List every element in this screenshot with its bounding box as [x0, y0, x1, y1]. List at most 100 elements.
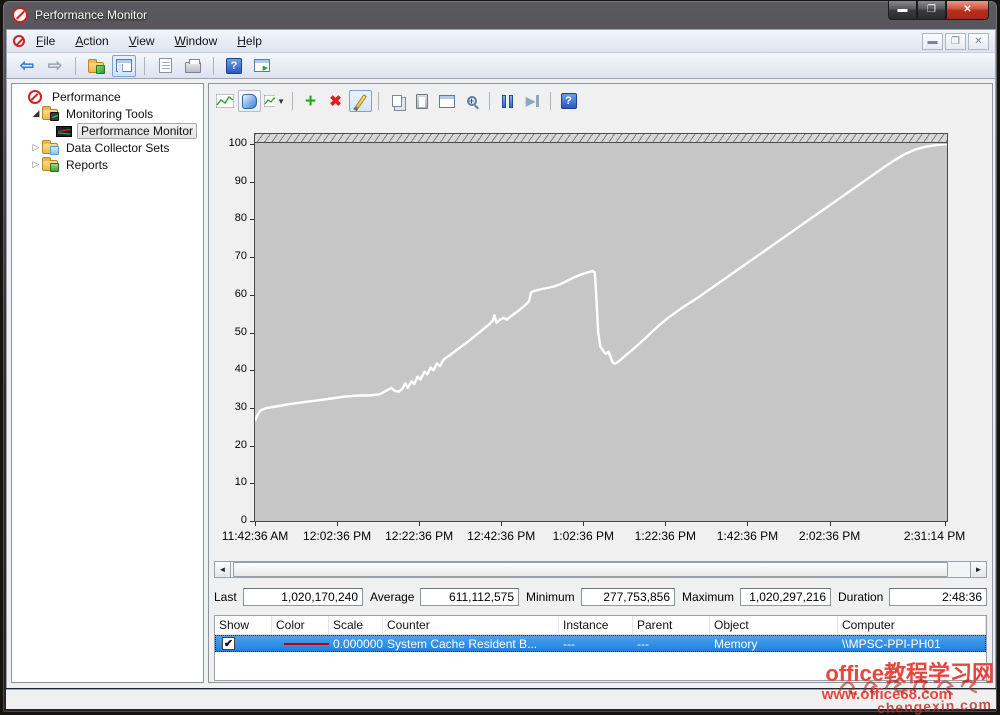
view-current-activity-button[interactable]: [213, 90, 236, 112]
zoom-button[interactable]: +: [460, 90, 483, 112]
perfmon-app-icon: [12, 7, 28, 23]
menu-items: FileActionViewWindowHelp: [25, 32, 271, 50]
menu-help[interactable]: Help: [228, 32, 271, 50]
chart-help-button[interactable]: ?: [557, 90, 580, 112]
y-tick-mark: [250, 182, 254, 183]
stat-value: 1,020,170,240: [243, 588, 363, 606]
horizontal-scrollbar[interactable]: ◄ ►: [214, 561, 987, 578]
stat-value: 277,753,856: [581, 588, 675, 606]
delete-counter-button[interactable]: ✖: [324, 90, 347, 112]
paste-counter-list-button[interactable]: [410, 90, 433, 112]
stat-label: Minimum: [526, 590, 575, 604]
y-tick-label: 0: [209, 514, 247, 526]
add-icon: +: [305, 92, 316, 111]
menu-view[interactable]: View: [120, 32, 164, 50]
forward-icon: ⇨: [48, 57, 62, 74]
screenshot-stage: Performance Monitor ▬ ❐ ✕ FileActionView…: [0, 0, 1000, 715]
column-header-color[interactable]: Color: [272, 616, 329, 634]
help-icon: ?: [561, 93, 577, 109]
print-button[interactable]: [181, 55, 205, 77]
export-button[interactable]: [84, 55, 108, 77]
x-tick-label: 1:42:36 PM: [717, 529, 778, 543]
sidebar-item-data-collector-sets[interactable]: ▷Data Collector Sets: [12, 139, 203, 156]
show-cell: ✔: [215, 637, 272, 650]
x-tick-label: 2:02:36 PM: [799, 529, 860, 543]
column-header-counter[interactable]: Counter: [383, 616, 559, 634]
show-hide-action-pane-button[interactable]: [250, 55, 274, 77]
sidebar-item-performance-monitor[interactable]: Performance Monitor: [12, 122, 203, 139]
workspace: Performance ◢ Monitoring ToolsPerformance …: [6, 79, 996, 688]
stat-last: Last1,020,170,240: [214, 588, 363, 606]
y-tick-mark: [250, 257, 254, 258]
object-cell: Memory: [710, 637, 838, 651]
back-button[interactable]: ⇦: [15, 55, 39, 77]
tree-expander-icon[interactable]: ◢: [30, 108, 42, 119]
legend-counter-row[interactable]: ✔0.0000001System Cache Resident B...----…: [215, 635, 986, 652]
sidebar-item-reports[interactable]: ▷Reports: [12, 156, 203, 173]
properties-doc-icon: [159, 58, 172, 73]
sidebar-item-performance[interactable]: Performance: [12, 88, 203, 105]
console-tree-icon: [116, 59, 132, 72]
close-button[interactable]: ✕: [946, 1, 989, 20]
x-tick-label: 2:31:14 PM: [904, 529, 965, 543]
show-checkbox[interactable]: ✔: [222, 637, 235, 650]
y-tick-mark: [250, 370, 254, 371]
log-data-icon: [242, 94, 257, 109]
scroll-left-arrow[interactable]: ◄: [215, 562, 231, 577]
mdi-minimize-button[interactable]: ▬: [922, 33, 943, 50]
column-header-parent[interactable]: Parent: [633, 616, 710, 634]
chart-toolbar: ▼ + ✖ + ▶ ?: [213, 89, 580, 113]
y-tick-label: 70: [209, 250, 247, 262]
console-toolbar: ⇦ ⇨ ?: [6, 52, 996, 79]
help-button[interactable]: ?: [222, 55, 246, 77]
minimize-button[interactable]: ▬: [888, 1, 917, 20]
status-bar: [6, 689, 996, 709]
stat-minimum: Minimum 277,753,856: [526, 588, 675, 606]
dropdown-arrow-icon: ▼: [277, 97, 285, 106]
highlight-button[interactable]: [349, 90, 372, 112]
x-tick-mark: [255, 522, 256, 526]
view-log-data-button[interactable]: [238, 90, 261, 112]
title-bar[interactable]: Performance Monitor ▬ ❐ ✕: [3, 1, 997, 29]
column-header-show[interactable]: Show: [215, 616, 272, 634]
counter-line-chart: [255, 144, 947, 521]
menu-window[interactable]: Window: [166, 32, 227, 50]
show-hide-console-tree-button[interactable]: [112, 55, 136, 77]
forward-button[interactable]: ⇨: [43, 55, 67, 77]
chart-properties-button[interactable]: [435, 90, 458, 112]
scroll-right-arrow[interactable]: ►: [970, 562, 986, 577]
parent-cell: ---: [633, 637, 710, 651]
mdi-restore-button[interactable]: ❐: [945, 33, 966, 50]
y-tick-mark: [250, 333, 254, 334]
window-title: Performance Monitor: [35, 8, 147, 22]
mdi-close-button[interactable]: ✕: [968, 33, 989, 50]
column-header-scale[interactable]: Scale: [329, 616, 383, 634]
menu-action[interactable]: Action: [66, 32, 117, 50]
freeze-display-button[interactable]: [496, 90, 519, 112]
tree-expander-icon[interactable]: ▷: [30, 159, 42, 170]
console-tree-pane: Performance ◢ Monitoring ToolsPerformance …: [11, 83, 204, 683]
help-icon: ?: [226, 58, 242, 74]
tree-expander-icon[interactable]: ▷: [30, 142, 42, 153]
change-graph-type-button[interactable]: ▼: [263, 90, 286, 112]
y-tick-label: 10: [209, 476, 247, 488]
sidebar-item-monitoring-tools[interactable]: ◢ Monitoring Tools: [12, 105, 203, 122]
menu-file[interactable]: File: [27, 32, 64, 50]
tree-item-label: Monitoring Tools: [63, 106, 156, 122]
properties-button[interactable]: [153, 55, 177, 77]
add-counter-button[interactable]: +: [299, 90, 322, 112]
highlighter-icon: [355, 94, 367, 109]
copy-properties-button[interactable]: [385, 90, 408, 112]
current-activity-icon: [216, 94, 234, 108]
column-header-object[interactable]: Object: [710, 616, 838, 634]
column-header-instance[interactable]: Instance: [559, 616, 633, 634]
y-tick-mark: [250, 483, 254, 484]
scrollbar-thumb[interactable]: [233, 562, 948, 577]
x-tick-label: 12:22:36 PM: [385, 529, 453, 543]
maximize-button[interactable]: ❐: [917, 1, 946, 20]
update-data-button[interactable]: ▶: [521, 90, 544, 112]
x-tick-mark: [830, 522, 831, 526]
column-header-computer[interactable]: Computer: [838, 616, 986, 634]
chart-plot-area[interactable]: [254, 133, 948, 522]
x-tick-mark: [583, 522, 584, 526]
